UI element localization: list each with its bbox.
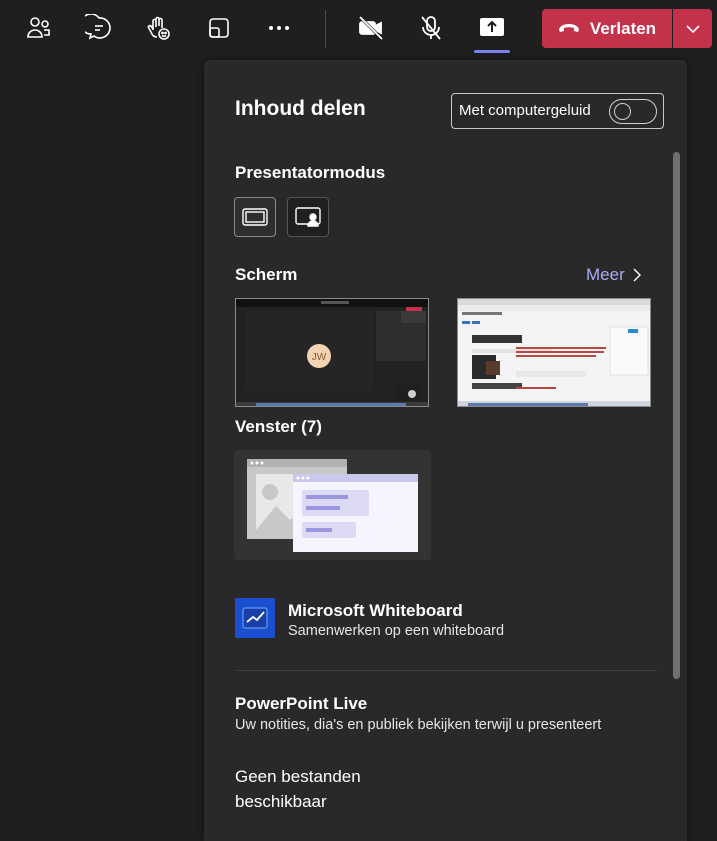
screen-thumbnail-2[interactable] bbox=[457, 298, 651, 407]
no-files-line1: Geen bestanden bbox=[235, 767, 361, 786]
no-files-line2: beschikbaar bbox=[235, 792, 327, 811]
toggle-switch[interactable] bbox=[609, 99, 657, 124]
window-heading: Venster (7) bbox=[235, 417, 322, 436]
raise-hand-icon[interactable] bbox=[139, 8, 179, 48]
computer-sound-toggle[interactable]: Met computergeluid bbox=[451, 93, 664, 129]
content-only-icon bbox=[242, 208, 268, 226]
powerpoint-live-subtitle: Uw notities, dia's en publiek bekijken t… bbox=[235, 717, 602, 733]
chevron-down-icon bbox=[685, 24, 700, 33]
computer-sound-label: Met computergeluid bbox=[459, 102, 591, 119]
standout-mode-button[interactable] bbox=[287, 197, 329, 237]
toolbar-divider bbox=[325, 10, 326, 48]
whiteboard-icon bbox=[235, 598, 275, 638]
share-icon[interactable] bbox=[472, 8, 512, 48]
panel-title: Inhoud delen bbox=[235, 97, 366, 120]
mic-off-icon[interactable] bbox=[411, 8, 451, 48]
hangup-icon bbox=[558, 19, 580, 39]
screen-preview-browser bbox=[458, 299, 650, 406]
leave-label: Verlaten bbox=[589, 18, 657, 38]
more-icon[interactable] bbox=[259, 8, 299, 48]
share-active-indicator bbox=[474, 50, 510, 53]
layout-icon[interactable] bbox=[199, 8, 239, 48]
share-content-panel: Inhoud delen Met computergeluid Presenta… bbox=[204, 60, 687, 841]
presenter-mode-heading: Presentatormodus bbox=[235, 163, 386, 182]
leave-button[interactable]: Verlaten bbox=[542, 9, 672, 48]
panel-scrollbar[interactable] bbox=[673, 152, 680, 679]
camera-off-icon[interactable] bbox=[351, 8, 391, 48]
no-files-message: Geen bestanden beschikbaar bbox=[235, 764, 435, 814]
meeting-toolbar: Verlaten bbox=[0, 0, 717, 62]
windows-illustration bbox=[247, 459, 418, 552]
screen-preview-meeting: JW bbox=[236, 299, 428, 406]
powerpoint-live-title: PowerPoint Live bbox=[235, 694, 368, 713]
whiteboard-title[interactable]: Microsoft Whiteboard bbox=[288, 601, 463, 621]
toggle-knob bbox=[614, 103, 631, 120]
people-icon[interactable] bbox=[19, 8, 59, 48]
section-divider bbox=[235, 670, 657, 671]
window-picker-card[interactable] bbox=[234, 450, 431, 560]
more-label: Meer bbox=[586, 265, 625, 284]
screen-thumbnail-1[interactable]: JW bbox=[235, 298, 429, 407]
more-screens-link[interactable]: Meer bbox=[586, 265, 641, 285]
chat-icon[interactable] bbox=[79, 8, 119, 48]
screen-heading: Scherm bbox=[235, 265, 298, 284]
leave-options-button[interactable] bbox=[673, 9, 712, 48]
whiteboard-subtitle: Samenwerken op een whiteboard bbox=[288, 623, 505, 639]
chevron-right-icon bbox=[633, 268, 641, 282]
content-only-mode-button[interactable] bbox=[234, 197, 276, 237]
avatar-initials: JW bbox=[312, 352, 327, 363]
standout-icon bbox=[295, 207, 321, 227]
